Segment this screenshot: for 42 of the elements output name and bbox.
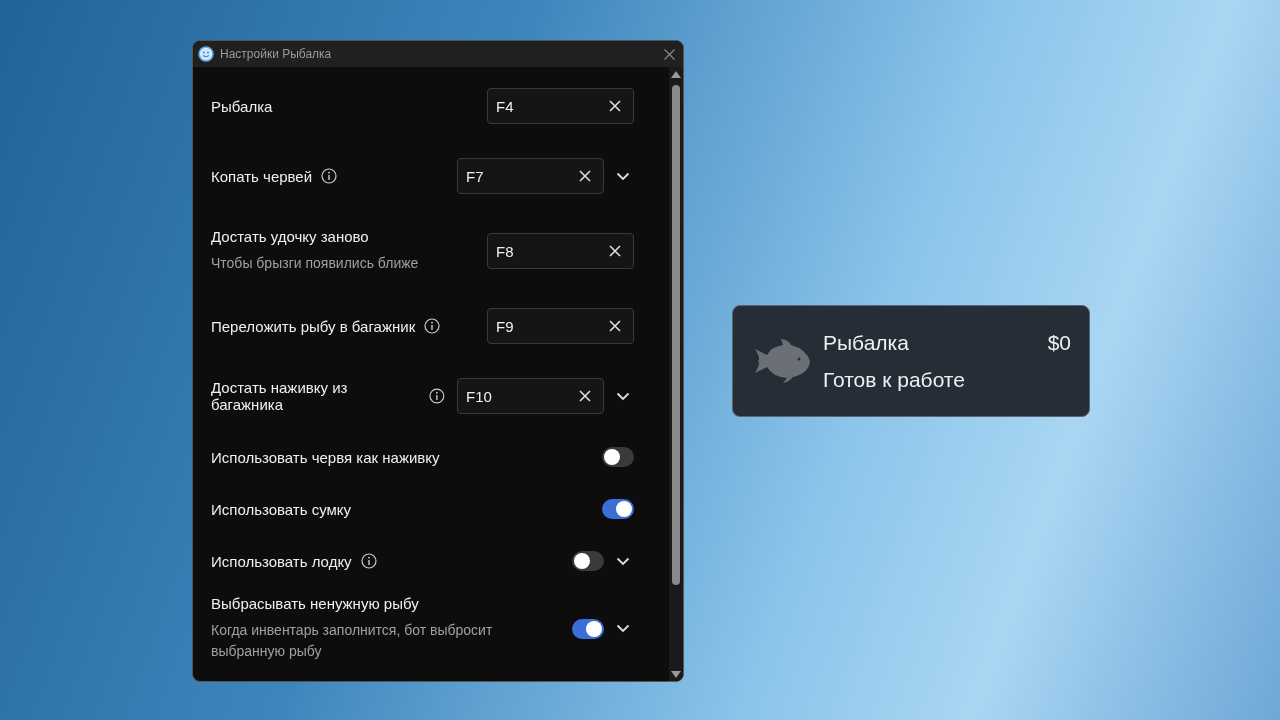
scroll-up-icon[interactable] bbox=[671, 71, 681, 78]
toggle-switch[interactable] bbox=[602, 447, 634, 467]
clear-icon[interactable] bbox=[609, 245, 621, 257]
setting-label: Копать червей bbox=[211, 167, 313, 185]
amount-text: $0 bbox=[1047, 330, 1071, 355]
hotkey-field[interactable]: F10 bbox=[457, 378, 604, 414]
setting-label: Выбрасывать ненужную рыбу bbox=[211, 595, 419, 612]
clear-icon[interactable] bbox=[579, 170, 591, 182]
info-icon[interactable] bbox=[360, 553, 377, 569]
chevron-down-icon[interactable] bbox=[616, 171, 630, 181]
scrollbar-thumb[interactable] bbox=[672, 85, 680, 585]
window-title: Настройки Рыбалка bbox=[220, 47, 333, 61]
clear-icon[interactable] bbox=[609, 320, 621, 332]
info-icon[interactable] bbox=[321, 168, 338, 184]
toggle-switch[interactable] bbox=[602, 499, 634, 519]
setting-label: Переложить рыбу в багажник bbox=[211, 317, 416, 335]
setting-description: Чтобы брызги появились ближе bbox=[211, 254, 419, 273]
setting-description: Когда инвентарь заполнится, бот выбросит выбранную рыбу bbox=[211, 621, 494, 661]
chevron-down-icon[interactable] bbox=[616, 556, 630, 566]
hotkey-field[interactable]: F8 bbox=[487, 233, 634, 269]
setting-label: Достать удочку заново bbox=[211, 228, 369, 245]
scroll-down-icon[interactable] bbox=[671, 671, 681, 678]
card-title: Рыбалка bbox=[823, 330, 909, 355]
hotkey-field[interactable]: F9 bbox=[487, 308, 634, 344]
info-icon[interactable] bbox=[429, 388, 445, 404]
setting-label: Использовать лодку bbox=[211, 552, 352, 570]
clear-icon[interactable] bbox=[609, 100, 621, 112]
close-icon[interactable] bbox=[664, 48, 675, 60]
clear-icon[interactable] bbox=[579, 390, 591, 402]
setting-label: Достать наживку из багажника bbox=[211, 379, 349, 413]
toggle-switch[interactable] bbox=[572, 618, 604, 639]
setting-label: Рыбалка bbox=[211, 97, 273, 115]
toggle-switch[interactable] bbox=[572, 551, 604, 571]
app-logo-icon bbox=[198, 46, 214, 62]
hotkey-field[interactable]: F4 bbox=[487, 88, 634, 124]
setting-label: Использовать червя как наживку bbox=[211, 448, 440, 466]
hotkey-field[interactable]: F7 bbox=[457, 158, 604, 194]
status-text: Готов к работе bbox=[823, 367, 966, 392]
chevron-down-icon[interactable] bbox=[616, 624, 630, 633]
chevron-down-icon[interactable] bbox=[616, 391, 630, 401]
setting-label: Использовать сумку bbox=[211, 500, 352, 518]
info-icon[interactable] bbox=[424, 318, 441, 334]
